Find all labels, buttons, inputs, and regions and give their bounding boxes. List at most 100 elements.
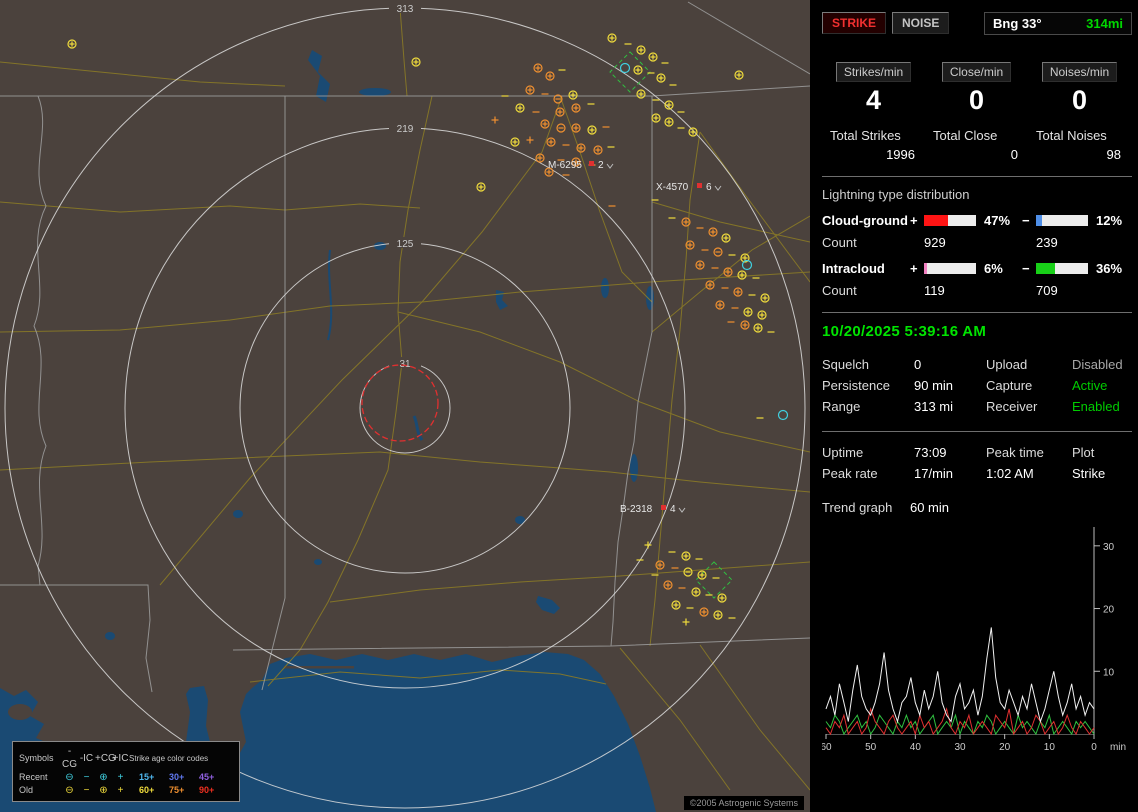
total-box: Total Strikes1996 — [822, 128, 925, 162]
range-ring-label: 31 — [399, 359, 411, 370]
plot-label: Plot — [1072, 442, 1132, 463]
receiver-status-grid: Squelch0UploadDisabledPersistence90 minC… — [822, 354, 1132, 417]
lake — [601, 278, 609, 298]
station-dot-icon — [589, 161, 594, 166]
legend-row-label: Old — [19, 784, 61, 797]
station-label: B-2318 — [620, 504, 653, 515]
station-count: 6 — [706, 182, 712, 193]
age-code: 45+ — [199, 771, 233, 784]
age-code: 15+ — [139, 771, 169, 784]
status-value: Active — [1072, 375, 1132, 396]
station-count: 2 — [598, 160, 604, 171]
map-canvas[interactable]: 31321912531M-62952X-45706B-23184 — [0, 0, 810, 812]
separator — [822, 312, 1132, 313]
bearing-range: 314mi — [1086, 16, 1123, 31]
status-value: Disabled — [1072, 354, 1132, 375]
distribution-type-label: Cloud-ground — [822, 213, 910, 228]
total-value: 98 — [1036, 147, 1121, 162]
lake — [105, 632, 115, 640]
strike-symbol-icon: − — [78, 784, 95, 797]
panel-toolbar: STRIKE NOISE Bng 33° 314mi — [822, 12, 1132, 38]
legend-symbols-title: Symbols — [19, 752, 61, 765]
rate-label: Noises/min — [1042, 62, 1117, 82]
rate-value: 4 — [822, 85, 925, 116]
x-tick-label: 30 — [954, 742, 966, 753]
range-ring-label: 125 — [397, 239, 414, 250]
peak-time-value: 1:02 AM — [986, 463, 1072, 484]
datetime-display: 10/20/2025 5:39:16 AM — [822, 323, 1132, 340]
total-label: Total Noises — [1036, 128, 1121, 143]
positive-count: 119 — [924, 283, 980, 298]
legend-column-header: -CG — [61, 745, 78, 771]
station-dot-icon — [697, 183, 702, 188]
rates-row: Strikes/min4Close/min0Noises/min0 — [822, 62, 1132, 116]
totals-row: Total Strikes1996Total Close0Total Noise… — [822, 128, 1132, 162]
bearing-display: Bng 33° 314mi — [984, 12, 1132, 35]
distribution-row: Intracloud+6%−36%Count119709 — [822, 261, 1132, 298]
x-tick-label: 10 — [1044, 742, 1056, 753]
y-tick-label: 30 — [1103, 542, 1115, 553]
x-tick-label: 50 — [865, 742, 877, 753]
lightning-map[interactable]: 31321912531M-62952X-45706B-23184 Symbols… — [0, 0, 810, 812]
uptime-label: Uptime — [822, 442, 914, 463]
separator — [822, 431, 1132, 432]
status-value: 90 min — [914, 375, 986, 396]
negative-ratio-bar — [1036, 263, 1088, 274]
legend-header-row: Symbols-CG-IC+CG+ICStrike age color code… — [19, 745, 233, 771]
age-code: 60+ — [139, 784, 169, 797]
separator — [822, 176, 1132, 177]
strike-toggle-button[interactable]: STRIKE — [822, 12, 886, 34]
age-code: 90+ — [199, 784, 233, 797]
trend-graph-duration: 60 min — [910, 500, 949, 515]
status-value: 313 mi — [914, 396, 986, 417]
positive-count: 929 — [924, 235, 980, 250]
negative-count: 709 — [1036, 283, 1092, 298]
station-label: M-6295 — [548, 160, 582, 171]
trend-series-close-rate — [826, 715, 1094, 734]
minus-sign: − — [1022, 261, 1036, 276]
plot-value: Strike — [1072, 463, 1132, 484]
session-stats-grid: Uptime 73:09 Peak time Plot Peak rate 17… — [822, 442, 1132, 484]
noise-toggle-button[interactable]: NOISE — [892, 12, 949, 34]
strike-symbol-icon: ⊕ — [95, 771, 112, 784]
distribution-row: Cloud-ground+47%−12%Count929239 — [822, 213, 1132, 250]
station-label: X-4570 — [656, 182, 689, 193]
trend-series-strike-rate — [826, 627, 1094, 721]
peak-time-label: Peak time — [986, 442, 1072, 463]
status-label: Persistence — [822, 375, 914, 396]
y-tick-label: 20 — [1103, 605, 1115, 616]
strike-symbol-icon: + — [112, 784, 129, 797]
range-ring-label: 313 — [397, 4, 414, 15]
trend-graph: 1020306050403020100min — [822, 519, 1138, 759]
rate-label: Close/min — [942, 62, 1011, 82]
strike-symbol-icon: − — [78, 771, 95, 784]
age-code: 75+ — [169, 784, 199, 797]
uptime-value: 73:09 — [914, 442, 986, 463]
trend-graph-label: Trend graph — [822, 500, 892, 515]
rate-box: Close/min 0 — [925, 62, 1028, 116]
copyright-notice: ©2005 Astrogenic Systems — [684, 796, 804, 810]
total-label: Total Strikes — [830, 128, 915, 143]
legend-body: Recent⊖−⊕+15+30+45+Old⊖−⊕+60+75+90+ — [19, 771, 233, 797]
legend-age-title: Strike age color codes — [129, 752, 233, 765]
total-box: Total Noises 98 — [1028, 128, 1131, 162]
status-value: Enabled — [1072, 396, 1132, 417]
nexstorm-window: 31321912531M-62952X-45706B-23184 Symbols… — [0, 0, 1138, 812]
legend-column-header: -IC — [78, 752, 95, 765]
positive-percent: 47% — [980, 213, 1022, 228]
positive-ratio-bar — [924, 263, 976, 274]
status-label: Receiver — [986, 396, 1072, 417]
positive-percent: 6% — [980, 261, 1022, 276]
strike-symbol-icon: ⊖ — [61, 784, 78, 797]
status-label: Capture — [986, 375, 1072, 396]
status-label: Upload — [986, 354, 1072, 375]
plus-sign: + — [910, 261, 924, 276]
negative-percent: 36% — [1092, 261, 1128, 276]
rate-value: 0 — [925, 85, 1028, 116]
lake — [359, 88, 391, 96]
minus-sign: − — [1022, 213, 1036, 228]
x-tick-label: 60 — [822, 742, 832, 753]
bearing-label: Bng 33° — [993, 16, 1042, 31]
negative-count: 239 — [1036, 235, 1092, 250]
x-tick-label: 0 — [1091, 742, 1097, 753]
